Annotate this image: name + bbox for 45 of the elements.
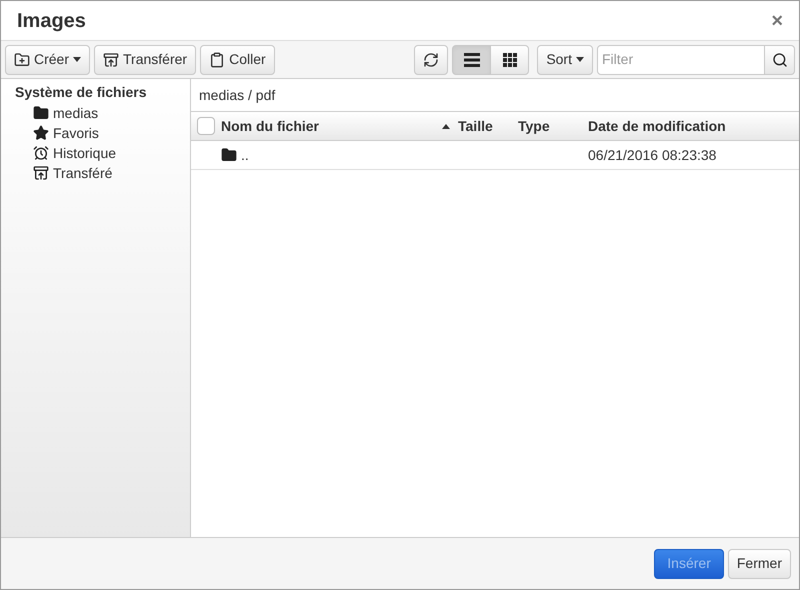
table-cell-text: .. (241, 146, 249, 164)
column-label: Taille (458, 116, 493, 136)
caret-icon (73, 57, 82, 62)
window-title: Images (17, 8, 86, 34)
column-header[interactable]: Type (518, 116, 588, 136)
list-view-icon (464, 52, 480, 66)
column-header[interactable]: Nom du fichier (221, 116, 458, 136)
refresh-icon (423, 52, 440, 68)
sort-ascending-icon (442, 124, 450, 128)
folder-icon (33, 105, 49, 121)
view-toggle[interactable] (490, 44, 530, 74)
clipboard-icon (209, 52, 226, 68)
sidebar-item[interactable]: Favoris (15, 123, 176, 143)
grid-view-icon (502, 52, 517, 66)
column-label: Nom du fichier (221, 116, 320, 136)
sidebar-item[interactable]: Transféré (15, 163, 176, 183)
search-button[interactable] (765, 44, 795, 74)
star-icon (33, 125, 49, 141)
table-row[interactable]: .. 06/21/2016 08:23:38 (191, 141, 799, 170)
checkbox[interactable] (197, 117, 215, 135)
column-label: Type (518, 116, 550, 136)
folder-icon (221, 147, 237, 163)
filter-field[interactable]: Filter (597, 44, 765, 74)
caret-icon (576, 57, 584, 62)
sort-button[interactable]: Sort (537, 44, 593, 74)
breadcrumb: medias / pdf (199, 86, 276, 105)
refresh-button[interactable] (414, 44, 448, 74)
search-icon (772, 52, 788, 68)
close-dialog-button[interactable]: Fermer (728, 548, 791, 578)
alarm-clock-icon (33, 145, 49, 161)
create-button[interactable]: Créer (5, 44, 90, 74)
upload-box-icon (103, 52, 120, 68)
paste-button[interactable]: Coller (200, 44, 275, 74)
column-label: Date de modification (588, 116, 726, 136)
sidebar-item[interactable]: medias (15, 103, 176, 123)
view-toggle[interactable] (452, 44, 492, 74)
sidebar-title: Système de fichiers (15, 83, 148, 102)
column-header[interactable]: Taille (458, 116, 518, 136)
sidebar-item[interactable]: Historique (15, 143, 176, 163)
table-cell-text: 06/21/2016 08:23:38 (588, 146, 716, 164)
upload-box-icon (33, 165, 49, 181)
folder-plus-icon (14, 52, 30, 68)
close-button[interactable]: × (771, 10, 783, 30)
column-header[interactable]: Date de modification (588, 116, 799, 136)
upload-button[interactable]: Transférer (94, 44, 196, 74)
